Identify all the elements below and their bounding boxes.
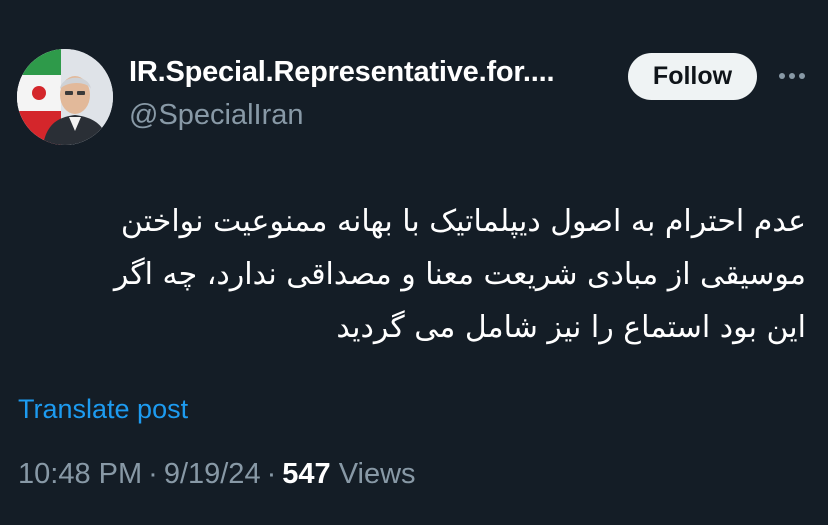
tweet-time[interactable]: 10:48 PM (18, 458, 142, 490)
profile-photo-icon (17, 49, 113, 145)
tweet-card: IR.Special.Representative.for.... @Speci… (0, 0, 828, 525)
tweet-text: عدم احترام به اصول دیپلماتیک با بهانه مم… (6, 195, 806, 354)
views-label: Views (338, 458, 416, 490)
author-display-name[interactable]: IR.Special.Representative.for.... (129, 56, 604, 89)
tweet-metadata: 10:48 PM · 9/19/24 · 547 Views (18, 458, 416, 491)
follow-button[interactable]: Follow (628, 53, 757, 100)
meta-separator: · (266, 458, 277, 490)
more-horizontal-icon[interactable] (776, 62, 808, 90)
tweet-line: این بود استماع را نیز شامل می گردید (336, 310, 806, 345)
avatar[interactable] (17, 49, 113, 145)
views-count[interactable]: 547 (282, 458, 330, 490)
tweet-line: موسیقی از مبادی شریعت معنا و مصداقی ندار… (113, 257, 806, 292)
tweet-date[interactable]: 9/19/24 (164, 458, 261, 490)
meta-separator: · (148, 458, 158, 490)
translate-post-link[interactable]: Translate post (18, 394, 188, 425)
tweet-line: عدم احترام به اصول دیپلماتیک با بهانه مم… (120, 204, 806, 239)
author-handle[interactable]: @SpecialIran (129, 99, 304, 132)
